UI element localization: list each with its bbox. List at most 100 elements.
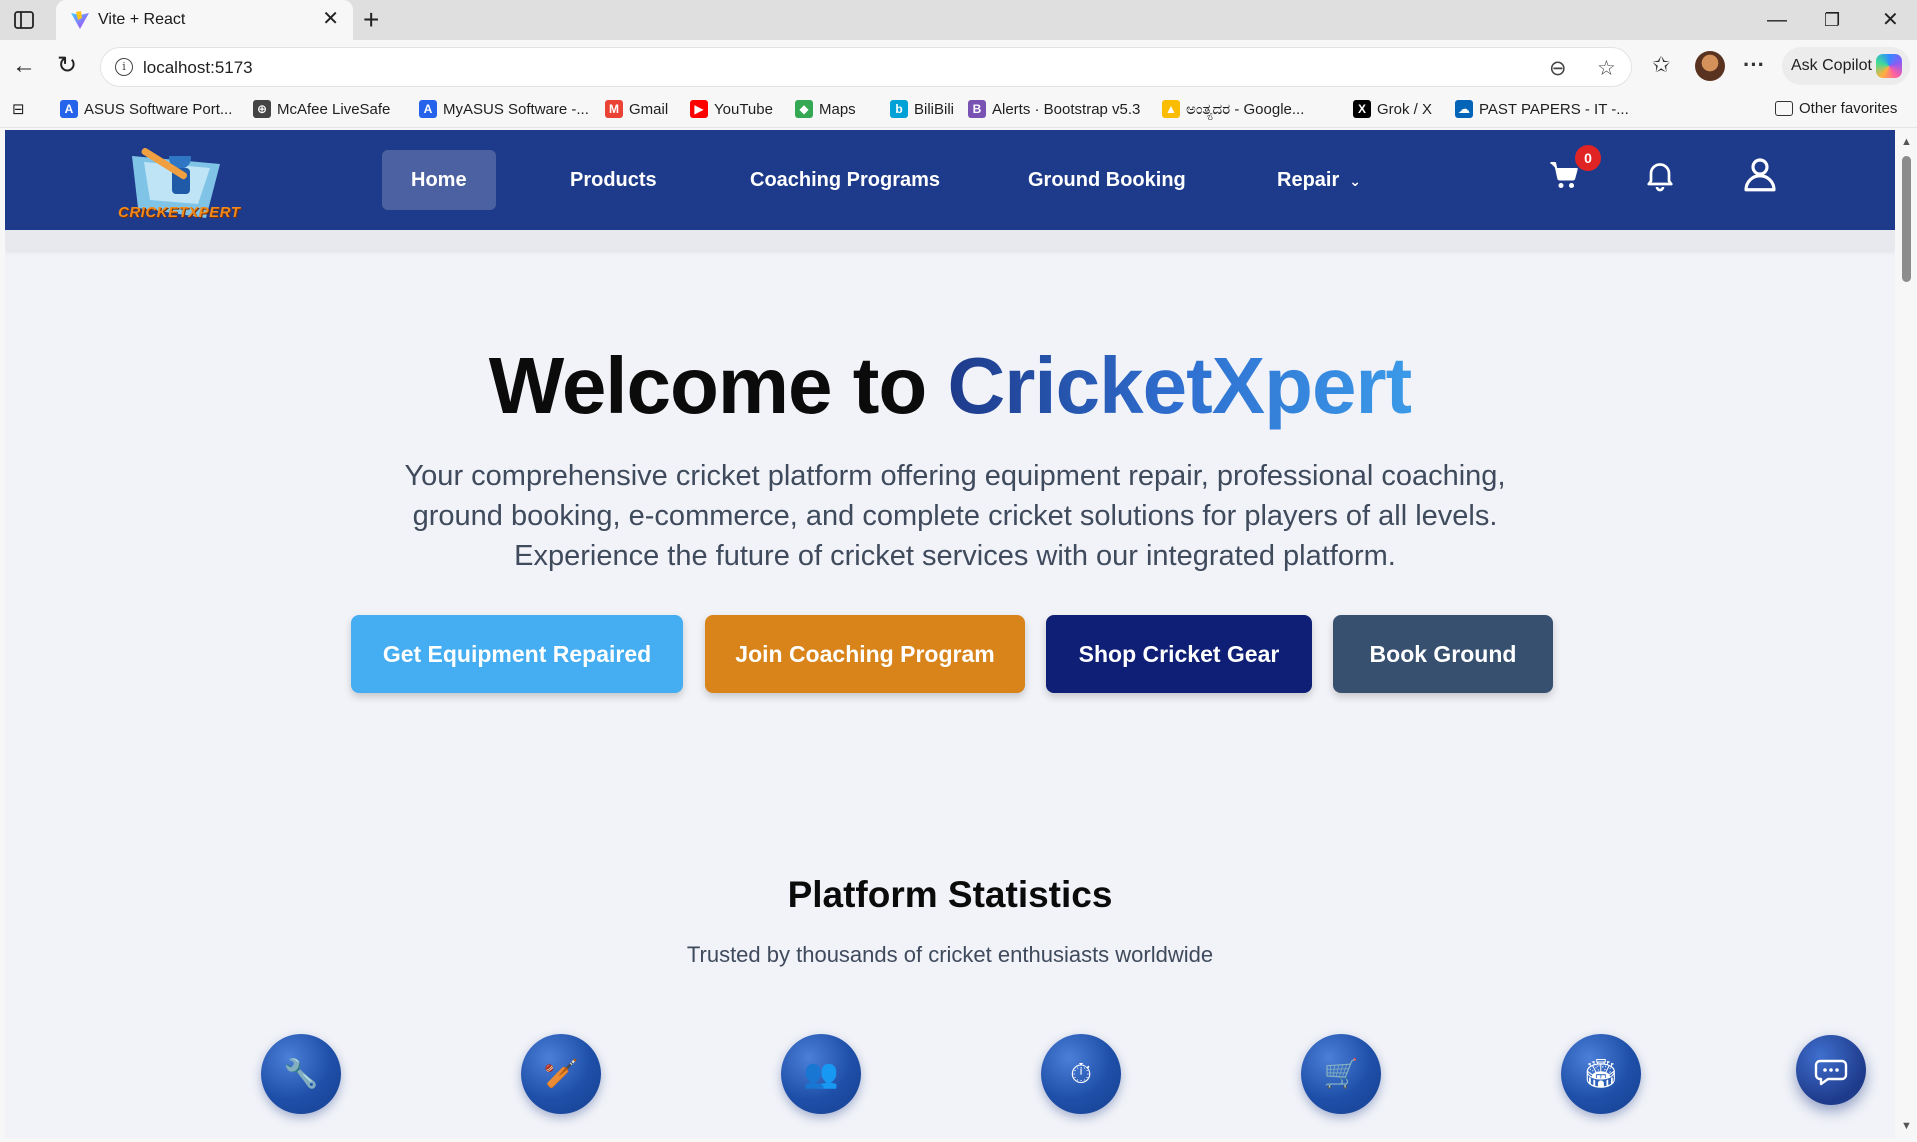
bookmark-label: ಅಂತ್ಯದರ - Google...	[1186, 100, 1305, 118]
bookmark-label: YouTube	[714, 100, 773, 118]
more-page-options-icon[interactable]: ⊖	[1549, 56, 1567, 81]
stopwatch-icon: ⏱	[1041, 1034, 1121, 1114]
youtube-icon: ▶	[690, 100, 708, 118]
copilot-label: Ask Copilot	[1791, 57, 1872, 74]
bookmark-label: MyASUS Software -...	[443, 100, 589, 118]
page-viewport: CRICKETXPERT Home Products Coaching Prog…	[5, 130, 1895, 1138]
browser-toolbar: ← ↻ i localhost:5173 ⊖ ☆ ✩ ··· Ask Copil…	[0, 40, 1917, 94]
x-icon: X	[1353, 100, 1371, 118]
copilot-icon	[1876, 54, 1902, 78]
scroll-down-icon[interactable]: ▼	[1901, 1120, 1912, 1132]
close-tab-icon[interactable]: ✕	[322, 9, 339, 29]
nav-repair[interactable]: Repair ⌄	[1248, 150, 1390, 210]
chevron-down-icon: ⌄	[1349, 173, 1361, 189]
stats-title: Platform Statistics	[787, 874, 1113, 915]
bookmark-label: McAfee LiveSafe	[277, 100, 391, 118]
user-icon[interactable]	[1739, 153, 1781, 195]
bookmarks-bar: ⊟ A ASUS Software Port... ⊕ McAfee LiveSafe…	[0, 94, 1917, 128]
bookmark-item[interactable]: A MyASUS Software -...	[419, 100, 589, 118]
nav-subbar	[5, 230, 1895, 250]
bookmark-label: BiliBili	[914, 100, 955, 118]
vite-icon	[71, 11, 89, 29]
bookmark-label: ASUS Software Port...	[84, 100, 233, 118]
favorite-star-icon[interactable]: ☆	[1597, 56, 1616, 81]
folder-icon	[1775, 101, 1793, 116]
tab-strip: Vite + React ✕ + — ❐ ✕	[0, 0, 1917, 40]
hero-title: Welcome to CricketXpert	[5, 340, 1895, 432]
asus-icon: A	[419, 100, 437, 118]
other-favorites[interactable]: Other favorites	[1775, 100, 1897, 117]
chat-button[interactable]	[1796, 1035, 1866, 1105]
book-ground-button[interactable]: Book Ground	[1333, 615, 1553, 693]
new-tab-icon[interactable]: +	[363, 4, 379, 36]
site-info-icon[interactable]: i	[115, 58, 133, 76]
stadium-icon: 🏟	[1561, 1034, 1641, 1114]
scrollbar-thumb[interactable]	[1902, 156, 1911, 282]
favorites-icon[interactable]: ✩	[1652, 52, 1670, 78]
hero-subtitle: Your comprehensive cricket platform offe…	[404, 460, 1506, 572]
cart-icon: 🛒	[1301, 1034, 1381, 1114]
bookmark-item[interactable]: ☁ PAST PAPERS - IT -...	[1455, 100, 1629, 118]
stats-subtitle: Trusted by thousands of cricket enthusia…	[686, 942, 1214, 967]
globe-icon: ⊕	[253, 100, 271, 118]
bookmark-item[interactable]: ⊕ McAfee LiveSafe	[253, 100, 390, 118]
bookmark-item[interactable]: B Alerts · Bootstrap v5.3	[968, 100, 1140, 118]
reading-list-icon[interactable]: ⊟	[12, 100, 25, 118]
close-window-icon[interactable]: ✕	[1882, 8, 1899, 32]
maps-icon: ◆	[795, 100, 813, 118]
bootstrap-icon: B	[968, 100, 986, 118]
brand-text: CRICKETXPERT	[118, 204, 241, 221]
back-icon[interactable]: ←	[12, 52, 36, 80]
restore-icon[interactable]: ❐	[1824, 8, 1840, 32]
nav-repair-label: Repair	[1277, 169, 1340, 191]
bookmark-item[interactable]: ▲ ಅಂತ್ಯದರ - Google...	[1162, 100, 1304, 118]
cricket-bat-icon: 🏏	[521, 1034, 601, 1114]
browser-window: Vite + React ✕ + — ❐ ✕ ← ↻ i localhost:5…	[0, 0, 1917, 1142]
join-coaching-program-button[interactable]: Join Coaching Program	[705, 615, 1025, 693]
hero-title-prefix: Welcome to	[488, 341, 948, 430]
asus-icon: A	[60, 100, 78, 118]
bookmark-item[interactable]: ▶ YouTube	[690, 100, 773, 118]
brand-logo[interactable]: CRICKETXPERT	[110, 134, 240, 226]
nav-home[interactable]: Home	[382, 150, 496, 210]
bookmark-label: Maps	[819, 100, 856, 118]
bookmark-item[interactable]: M Gmail	[605, 100, 668, 118]
scroll-up-icon[interactable]: ▲	[1901, 136, 1912, 148]
shop-cricket-gear-button[interactable]: Shop Cricket Gear	[1046, 615, 1312, 693]
bookmark-item[interactable]: b BiliBili	[890, 100, 954, 118]
page-scrollbar[interactable]: ▲ ▼	[1897, 130, 1917, 1138]
bookmark-item[interactable]: A ASUS Software Port...	[60, 100, 232, 118]
address-bar[interactable]: i localhost:5173 ⊖ ☆	[100, 47, 1632, 87]
tab-title: Vite + React	[98, 11, 186, 28]
avatar[interactable]	[1695, 51, 1725, 81]
tab-active[interactable]: Vite + React ✕	[56, 0, 353, 40]
cart-count-badge: 0	[1575, 145, 1601, 171]
hero-title-brand: CricketXpert	[947, 341, 1412, 430]
bookmark-label: Alerts · Bootstrap v5.3	[992, 100, 1141, 118]
gmail-icon: M	[605, 100, 623, 118]
bookmark-item[interactable]: X Grok / X	[1353, 100, 1432, 118]
tab-actions-icon[interactable]	[12, 9, 36, 31]
bookmark-item[interactable]: ◆ Maps	[795, 100, 856, 118]
get-equipment-repaired-button[interactable]: Get Equipment Repaired	[351, 615, 683, 693]
bookmark-label: PAST PAPERS - IT -...	[1479, 100, 1629, 118]
minimize-icon[interactable]: —	[1767, 8, 1787, 32]
chat-icon	[1814, 1059, 1848, 1086]
site-navbar: CRICKETXPERT Home Products Coaching Prog…	[5, 130, 1895, 230]
url-text[interactable]: localhost:5173	[143, 58, 253, 78]
bell-icon[interactable]	[1642, 157, 1678, 193]
onedrive-icon: ☁	[1455, 100, 1473, 118]
nav-products[interactable]: Products	[541, 150, 686, 210]
bookmark-label: Gmail	[629, 100, 669, 118]
google-drive-icon: ▲	[1162, 100, 1180, 118]
other-favorites-label: Other favorites	[1799, 100, 1898, 117]
nav-ground-booking[interactable]: Ground Booking	[999, 150, 1215, 210]
more-menu-icon[interactable]: ···	[1743, 52, 1765, 78]
wrench-icon: 🔧	[261, 1034, 341, 1114]
bilibili-icon: b	[890, 100, 908, 118]
users-icon: 👥	[781, 1034, 861, 1114]
reload-icon[interactable]: ↻	[57, 52, 77, 80]
ask-copilot-button[interactable]: Ask Copilot	[1782, 47, 1910, 85]
bookmark-label: Grok / X	[1377, 100, 1433, 118]
nav-coaching-programs[interactable]: Coaching Programs	[721, 150, 969, 210]
